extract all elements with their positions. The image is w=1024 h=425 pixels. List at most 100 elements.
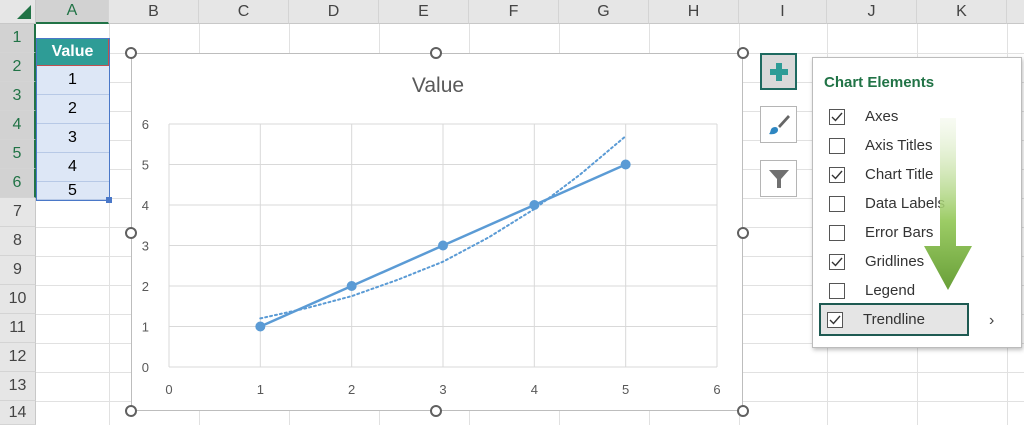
grid-line <box>109 24 110 425</box>
checkbox-chart-title[interactable] <box>829 166 845 183</box>
resize-handle-top[interactable] <box>430 47 442 59</box>
option-label: Legend <box>865 282 916 299</box>
checkmark-icon <box>831 112 843 122</box>
column-header-k[interactable]: K <box>917 0 1007 24</box>
y-tick-label: 3 <box>142 239 149 254</box>
column-header-e[interactable]: E <box>379 0 469 24</box>
x-tick-label: 6 <box>713 382 720 397</box>
y-tick-label: 6 <box>142 117 149 132</box>
column-header-partial <box>1007 0 1024 24</box>
column-header-c[interactable]: C <box>199 0 289 24</box>
x-tick-label: 5 <box>622 382 629 397</box>
y-tick-label: 2 <box>142 279 149 294</box>
x-tick-label: 3 <box>439 382 446 397</box>
checkbox-data-labels[interactable] <box>829 195 845 212</box>
y-tick-label: 0 <box>142 360 149 375</box>
column-header-j[interactable]: J <box>827 0 917 24</box>
data-point <box>438 240 448 251</box>
column-header-h[interactable]: H <box>649 0 739 24</box>
row-header-11[interactable]: 11 <box>0 314 36 343</box>
option-label: Gridlines <box>865 253 925 270</box>
fill-handle[interactable] <box>106 197 112 203</box>
select-all-corner[interactable] <box>0 0 36 24</box>
resize-handle-left[interactable] <box>125 227 137 239</box>
select-all-triangle-icon <box>17 5 31 19</box>
cell-a5[interactable]: 4 <box>36 153 109 182</box>
annotation-arrow-icon <box>924 118 972 290</box>
chart-elements-panel: Chart Elements Axes Axis Titles Chart Ti… <box>812 57 1022 348</box>
row-header-13[interactable]: 13 <box>0 372 36 401</box>
option-gridlines[interactable]: Gridlines <box>823 247 1008 276</box>
x-tick-label: 2 <box>348 382 355 397</box>
checkbox-gridlines[interactable] <box>829 253 845 270</box>
data-point <box>620 159 631 170</box>
data-point <box>346 281 357 291</box>
column-header-d[interactable]: D <box>289 0 379 24</box>
option-label: Trendline <box>863 311 925 328</box>
chart-elements-button[interactable] <box>760 53 797 90</box>
chart-svg: Value 0 1 2 3 4 5 6 0 1 2 3 4 5 6 <box>142 74 721 397</box>
column-header-a[interactable]: A <box>36 0 109 24</box>
row-header-8[interactable]: 8 <box>0 227 36 256</box>
plus-icon <box>769 62 788 81</box>
y-tick-label: 4 <box>142 198 149 213</box>
brush-icon <box>768 114 790 134</box>
checkmark-icon <box>831 257 843 267</box>
resize-handle-top-right[interactable] <box>737 47 749 59</box>
checkmark-icon <box>829 315 841 325</box>
row-header-5[interactable]: 5 <box>0 140 36 169</box>
column-header-f[interactable]: F <box>469 0 559 24</box>
row-header-1[interactable]: 1 <box>0 24 36 53</box>
chart-area[interactable]: Value 0 1 2 3 4 5 6 0 1 2 3 4 5 6 <box>131 53 743 411</box>
resize-handle-bottom[interactable] <box>430 405 442 417</box>
checkbox-trendline[interactable] <box>827 311 843 328</box>
column-header-i[interactable]: I <box>739 0 827 24</box>
row-header-3[interactable]: 3 <box>0 82 36 111</box>
resize-handle-right[interactable] <box>737 227 749 239</box>
chart-filters-button[interactable] <box>760 160 797 197</box>
column-header-g[interactable]: G <box>559 0 649 24</box>
y-tick-label: 5 <box>142 158 149 173</box>
resize-handle-top-left[interactable] <box>125 47 137 59</box>
chart-elements-title: Chart Elements <box>824 74 935 91</box>
option-data-labels[interactable]: Data Labels <box>823 189 1008 218</box>
row-header-7[interactable]: 7 <box>0 198 36 227</box>
x-tick-label: 0 <box>165 382 172 397</box>
row-header-14[interactable]: 14 <box>0 401 36 425</box>
x-tick-label: 1 <box>257 382 264 397</box>
cell-a2[interactable]: 1 <box>36 66 109 95</box>
option-axis-titles[interactable]: Axis Titles <box>823 131 1008 160</box>
filter-icon <box>768 169 789 188</box>
option-chart-title[interactable]: Chart Title <box>823 160 1008 189</box>
checkbox-axes[interactable] <box>829 108 845 125</box>
data-point <box>529 200 540 210</box>
chart-styles-button[interactable] <box>760 106 797 143</box>
cell-a3[interactable]: 2 <box>36 95 109 124</box>
checkbox-error-bars[interactable] <box>829 224 845 241</box>
resize-handle-bottom-right[interactable] <box>737 405 749 417</box>
cell-a6[interactable]: 5 <box>36 182 109 200</box>
option-legend[interactable]: Legend <box>823 276 1008 305</box>
row-header-6[interactable]: 6 <box>0 169 36 198</box>
y-tick-label: 1 <box>142 320 149 335</box>
column-header-b[interactable]: B <box>109 0 199 24</box>
option-axes[interactable]: Axes <box>823 102 1008 131</box>
checkmark-icon <box>831 170 843 180</box>
checkbox-legend[interactable] <box>829 282 845 299</box>
x-tick-label: 4 <box>531 382 538 397</box>
resize-handle-bottom-left[interactable] <box>125 405 137 417</box>
row-header-10[interactable]: 10 <box>0 285 36 314</box>
option-label: Axes <box>865 108 899 125</box>
row-header-12[interactable]: 12 <box>0 343 36 372</box>
option-trendline[interactable]: Trendline <box>819 303 969 336</box>
row-header-4[interactable]: 4 <box>0 111 36 140</box>
row-header-2[interactable]: 2 <box>0 53 36 82</box>
checkbox-axis-titles[interactable] <box>829 137 845 154</box>
option-error-bars[interactable]: Error Bars <box>823 218 1008 247</box>
row-header-9[interactable]: 9 <box>0 256 36 285</box>
cell-a1-header[interactable]: Value <box>36 38 109 66</box>
chart-title: Value <box>412 74 464 97</box>
cell-a4[interactable]: 3 <box>36 124 109 153</box>
trendline-more-arrow[interactable]: › <box>989 312 994 330</box>
data-point <box>255 321 266 332</box>
